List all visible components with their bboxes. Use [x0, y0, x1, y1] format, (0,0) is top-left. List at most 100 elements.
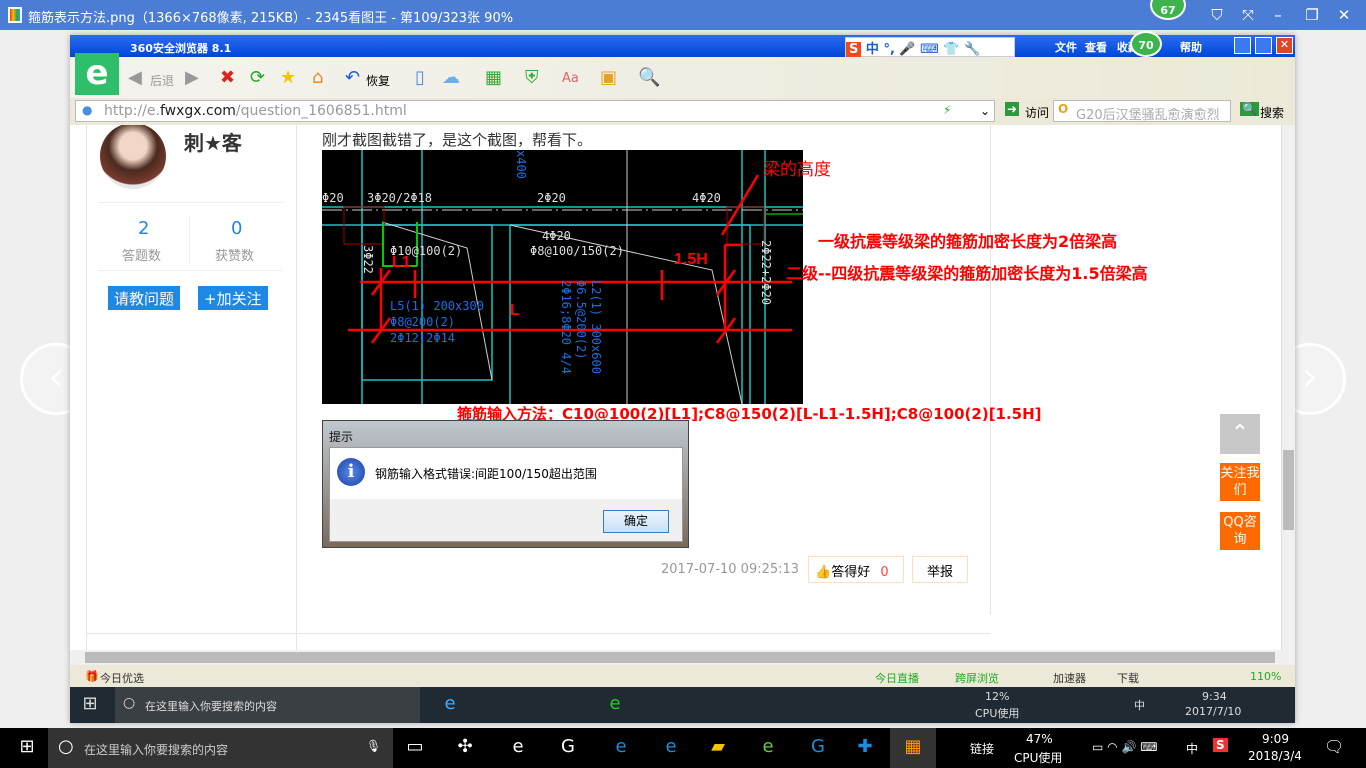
shield-icon[interactable]: ⛨ — [525, 67, 539, 88]
vertical-scrollbar[interactable] — [1281, 125, 1295, 650]
page-content: 刺★客 2 答题数 0 获赞数 请教问题 +加关注 刚才截图截错了，是这个截图，… — [70, 125, 1281, 650]
report-button[interactable]: 举报 — [912, 556, 968, 583]
search-input[interactable]: G20后汉堡骚乱愈演愈烈 — [1053, 100, 1231, 122]
avatar[interactable] — [100, 125, 166, 189]
minimize-button[interactable]: – — [1268, 6, 1288, 24]
inner-cpu-label: CPU使用 — [975, 707, 1020, 720]
scroll-thumb[interactable] — [85, 652, 1275, 663]
back-to-top-button[interactable]: ⌃ — [1220, 414, 1260, 454]
restore-label[interactable]: 恢复 — [366, 72, 390, 89]
sogou-browser-icon[interactable]: G — [803, 736, 833, 757]
start-icon[interactable]: ⊞ — [75, 693, 105, 714]
edge-icon[interactable]: e — [435, 693, 465, 714]
refresh-icon[interactable]: ⟳ — [250, 67, 265, 88]
zoom-tool-icon[interactable]: 🔍 — [638, 67, 660, 88]
address-bar-row: http://e.fwxgx.com/question_1606851.html… — [70, 98, 1295, 125]
link-toolbar[interactable]: 链接 — [970, 740, 994, 757]
cad-label: Φ8@200(2) — [390, 315, 455, 329]
restore-icon[interactable]: ↶ — [345, 67, 360, 88]
ime-mode[interactable]: 中 — [866, 42, 879, 57]
forward-icon[interactable]: ▶ — [185, 67, 199, 88]
folder-icon[interactable]: ▰ — [703, 736, 733, 757]
download-link[interactable]: 下载 — [1117, 670, 1139, 686]
image-viewer-taskbar-item[interactable]: ▦ — [890, 728, 936, 768]
cross-screen-link[interactable]: 跨屏浏览 — [955, 670, 999, 686]
home-icon[interactable]: ⌂ — [312, 67, 323, 88]
menu-file[interactable]: 文件 — [1055, 39, 1077, 55]
apps-icon[interactable]: ▦ — [485, 67, 502, 88]
horizontal-scrollbar[interactable] — [70, 650, 1295, 665]
fan-icon[interactable]: ✣ — [450, 736, 480, 757]
mic-icon[interactable]: 🎙 — [366, 739, 381, 753]
inner-taskbar: ⊞ ○ 在这里输入你要搜索的内容 e e 12% CPU使用 中 9:34 20… — [70, 687, 1295, 723]
back-icon[interactable]: ◀ — [128, 67, 142, 88]
go-icon[interactable]: ➜ — [1005, 102, 1020, 116]
skin-icon[interactable]: ⛉ — [1207, 6, 1227, 24]
edge-icon[interactable]: e — [606, 736, 636, 757]
ime-indicator[interactable]: 中 — [1186, 740, 1198, 757]
search-button[interactable]: 搜索 — [1260, 104, 1284, 121]
url-prefix: http://e. — [104, 103, 160, 119]
inner-ime[interactable]: 中 — [1134, 697, 1145, 713]
phone-icon[interactable]: ▯ — [415, 67, 425, 88]
browser-close[interactable]: ✕ — [1276, 37, 1293, 54]
clock-time[interactable]: 9:09 — [1262, 732, 1289, 746]
ie-blue-icon[interactable]: e — [656, 736, 686, 757]
live-link[interactable]: 今日直播 — [875, 670, 919, 686]
cpu-percent: 47% — [1026, 732, 1053, 746]
360-browser-icon[interactable]: e — [753, 736, 783, 757]
maximize-button[interactable]: ❐ — [1302, 6, 1322, 24]
start-icon[interactable]: ⊞ — [12, 736, 42, 757]
user-name[interactable]: 刺★客 — [184, 127, 242, 156]
stop-icon[interactable]: ✖ — [220, 67, 235, 88]
search-icon[interactable]: 🔍 — [1240, 102, 1259, 116]
translate-icon[interactable]: Aa — [562, 71, 579, 86]
cad-screenshot: Φ20 3Φ20/2Φ18 2Φ20 4Φ20 Φ10@100(2) 4Φ20 … — [322, 150, 803, 404]
url-path: /question_1606851.html — [235, 103, 407, 119]
scroll-thumb[interactable] — [1283, 450, 1294, 530]
tray-icons[interactable]: ▭ ◠ 🔊 ⌨ — [1092, 740, 1158, 754]
ime-punct[interactable]: °, — [883, 42, 894, 57]
close-button[interactable]: ✕ — [1334, 6, 1354, 24]
task-view-icon[interactable]: ▭ — [400, 736, 430, 757]
ie-icon[interactable]: e — [503, 736, 533, 757]
cad-label: L2(1) 300x600 — [589, 280, 603, 374]
dialog-ok-button[interactable]: 确定 — [603, 510, 669, 533]
like-button[interactable]: 👍答得好 0 — [808, 556, 904, 583]
browser-restore[interactable] — [1255, 37, 1272, 54]
ask-question-button[interactable]: 请教问题 — [108, 286, 181, 310]
cad-label: L5(1) 200x300 — [390, 299, 484, 313]
back-label[interactable]: 后退 — [150, 72, 174, 89]
search-engine-icon[interactable]: O — [1058, 102, 1068, 116]
ime-bar[interactable]: S 中 °, 🎤 ⌨ 👕 🔧 — [845, 37, 1015, 57]
today-picks[interactable]: 今日优选 — [100, 670, 144, 686]
network-tool-icon[interactable]: ✚ — [850, 736, 880, 757]
screenshot-icon[interactable]: ▣ — [600, 67, 617, 88]
url-input[interactable]: http://e.fwxgx.com/question_1606851.html — [75, 100, 995, 122]
360-browser-icon[interactable]: e — [600, 693, 630, 714]
cloud-icon[interactable]: ☁ — [442, 67, 460, 88]
accelerator-link[interactable]: 加速器 — [1053, 670, 1086, 686]
zoom-level[interactable]: 110% — [1250, 670, 1281, 683]
url-dropdown-icon[interactable]: ⌄ — [980, 104, 990, 118]
search-box[interactable]: ○ 在这里输入你要搜索的内容 🎙 — [48, 728, 393, 768]
menu-view[interactable]: 查看 — [1085, 39, 1107, 55]
card-border-left — [86, 125, 87, 650]
menu-help[interactable]: 帮助 — [1180, 39, 1202, 55]
cortana-icon: ○ — [123, 695, 136, 711]
go-button[interactable]: 访问 — [1025, 104, 1049, 121]
qq-consult-button[interactable]: QQ咨询 — [1220, 512, 1260, 550]
clock-date[interactable]: 2018/3/4 — [1248, 749, 1302, 763]
inner-search-box[interactable]: ○ 在这里输入你要搜索的内容 — [115, 687, 420, 723]
cad-label: Φ8@100/150(2) — [530, 244, 624, 258]
speed-icon[interactable]: ⚡ — [943, 103, 951, 117]
fullscreen-icon[interactable]: ⤧ — [1238, 6, 1258, 24]
follow-us-button[interactable]: 关注我们 — [1220, 463, 1260, 501]
swirl-icon[interactable]: G — [553, 736, 583, 757]
favorite-star-icon[interactable]: ★ — [280, 67, 296, 88]
follow-button[interactable]: +加关注 — [198, 286, 268, 310]
cad-label: 2Φ16;8Φ20 4/4 — [559, 280, 573, 374]
notification-icon[interactable]: 🗨 — [1324, 737, 1344, 756]
browser-minimize[interactable] — [1234, 37, 1251, 54]
sogou-tray-icon[interactable]: S — [1213, 738, 1228, 752]
